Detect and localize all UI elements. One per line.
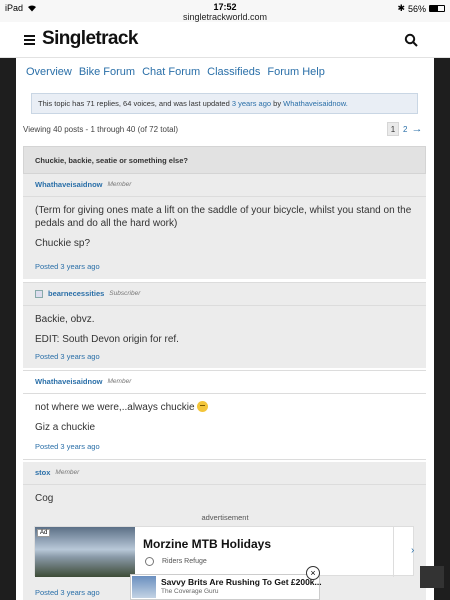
page-current: 1	[387, 122, 399, 136]
topic-title: Chuckie, backie, seatie or something els…	[23, 146, 426, 174]
site-logo[interactable]: Singletrack	[42, 28, 138, 50]
author-role: Member	[107, 378, 132, 385]
ad-title[interactable]: Morzine MTB Holidays	[143, 537, 271, 551]
advertisement-label: advertisement	[201, 513, 249, 522]
post-timestamp-link[interactable]: Posted 3 years ago	[35, 588, 100, 597]
post-text: Cog	[35, 493, 54, 504]
post-text: Chuckie sp?	[35, 238, 91, 249]
post-author: bearnecessities Subscriber	[35, 289, 140, 298]
banner-title[interactable]: Savvy Brits Are Rushing To Get £200k...	[161, 577, 322, 587]
status-right: ✱ 56%	[397, 3, 445, 14]
forum-post: Whathaveisaidnow Member (Term for giving…	[23, 174, 426, 279]
battery-percent: 56%	[407, 3, 426, 14]
post-timestamp-link[interactable]: Posted 3 years ago	[35, 262, 100, 271]
battery-icon	[429, 5, 445, 12]
author-name[interactable]: Whathaveisaidnow	[35, 180, 103, 189]
forum-post: Whathaveisaidnow Member not where we wer…	[23, 370, 426, 460]
subnav-overview[interactable]: Overview	[26, 66, 72, 78]
hamburger-menu-icon[interactable]	[24, 35, 35, 45]
author-role: Subscriber	[109, 290, 141, 297]
ad-source: Riders Refuge	[162, 558, 207, 565]
post-author: stox Member	[35, 468, 79, 477]
address-url[interactable]: singletrackworld.com	[0, 12, 450, 22]
globe-icon	[145, 557, 154, 566]
subnav-classifieds[interactable]: Classifieds	[207, 66, 260, 78]
sticky-ad-banner[interactable]: Savvy Brits Are Rushing To Get £200k... …	[130, 574, 322, 600]
post-text: Backie, obvz.	[35, 314, 95, 325]
topic-info-by: by	[271, 99, 284, 108]
post-text: Giz a chuckie	[35, 422, 96, 433]
author-name[interactable]: stox	[35, 468, 50, 477]
post-text: EDIT: South Devon origin for ref.	[35, 334, 179, 345]
site-header: Singletrack	[0, 22, 450, 58]
post-body: Cog	[35, 492, 414, 512]
author-role: Member	[107, 181, 132, 188]
ad-tag: Ad	[37, 529, 51, 537]
chevron-right-icon[interactable]: ›	[411, 545, 414, 556]
banner-image	[132, 576, 156, 598]
subnav-chat-forum[interactable]: Chat Forum	[142, 66, 200, 78]
page-link-2[interactable]: 2	[403, 125, 407, 134]
topic-last-user-link[interactable]: Whathaveisaidnow.	[283, 99, 348, 108]
author-name[interactable]: Whathaveisaidnow	[35, 377, 103, 386]
search-icon[interactable]	[404, 33, 418, 47]
topic-last-updated-link[interactable]: 3 years ago	[232, 99, 271, 108]
post-text: (Term for giving ones mate a lift on the…	[35, 205, 412, 229]
subnav-forum-help[interactable]: Forum Help	[267, 66, 324, 78]
scroll-to-top-button[interactable]	[420, 566, 444, 588]
ad-card[interactable]: Ad Morzine MTB Holidays Riders Refuge ›	[34, 526, 414, 577]
pagination: 1 2 →	[387, 122, 422, 136]
topic-info-box: This topic has 71 replies, 64 voices, an…	[31, 93, 418, 114]
post-body: (Term for giving ones mate a lift on the…	[35, 204, 414, 257]
subnav-bike-forum[interactable]: Bike Forum	[79, 66, 135, 78]
banner-source: The Coverage Guru	[161, 588, 219, 595]
smiley-emoji-icon	[197, 401, 209, 412]
topic-info-text: This topic has 71 replies, 64 voices, an…	[38, 99, 232, 108]
post-text: not where we were,..always chuckie	[35, 402, 195, 413]
next-page-arrow-icon[interactable]: →	[411, 123, 422, 135]
author-name[interactable]: bearnecessities	[48, 289, 104, 298]
post-body: not where we were,..always chuckie Giz a…	[35, 401, 414, 441]
ad-divider	[393, 527, 394, 577]
author-role: Member	[55, 469, 80, 476]
post-body: Backie, obvz. EDIT: South Devon origin f…	[35, 313, 414, 353]
forum-post: bearnecessities Subscriber Backie, obvz.…	[23, 282, 426, 368]
close-icon[interactable]: ×	[306, 566, 320, 580]
avatar	[35, 289, 43, 298]
status-bar: iPad 17:52 singletrackworld.com ✱ 56%	[0, 0, 450, 22]
post-author: Whathaveisaidnow Member	[35, 377, 131, 386]
viewing-count: Viewing 40 posts - 1 through 40 (of 72 t…	[23, 125, 179, 134]
clock: 17:52	[213, 2, 237, 12]
post-timestamp-link[interactable]: Posted 3 years ago	[35, 442, 100, 451]
bluetooth-icon: ✱	[397, 3, 405, 13]
post-timestamp-link[interactable]: Posted 3 years ago	[35, 352, 100, 361]
post-text-line: not where we were,..always chuckie	[35, 401, 414, 414]
forum-subnav: Overview Bike Forum Chat Forum Classifie…	[26, 66, 325, 78]
post-author: Whathaveisaidnow Member	[35, 180, 131, 189]
ad-image[interactable]: Ad	[35, 527, 135, 577]
